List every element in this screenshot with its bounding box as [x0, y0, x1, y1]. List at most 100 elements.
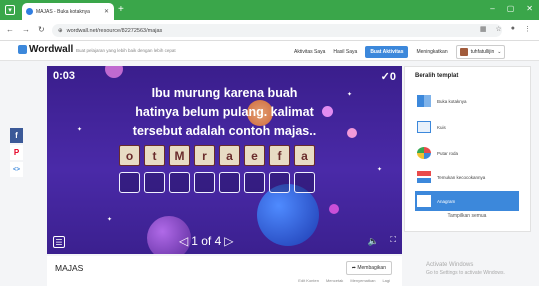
window-controls: – ▢ ✕ [490, 4, 533, 13]
timer: 0:03 [53, 70, 76, 82]
template-open-box[interactable]: Buka kotaknya [415, 91, 519, 111]
url-field[interactable]: ⊕ wordwall.net/resource/82272563/majas [52, 24, 502, 37]
question-line: Ibu murung karena buah [151, 86, 298, 100]
planet-decoration [347, 128, 357, 138]
planet-decoration [329, 204, 339, 214]
template-label: Temukan kecocokannya [437, 174, 486, 180]
template-label: Kuis [437, 124, 446, 130]
game-menu-icon[interactable]: ☰ [53, 236, 65, 248]
embed-link[interactable]: Menyematkan [350, 278, 375, 283]
user-name: tuhfatullijin [470, 49, 495, 55]
answer-slot[interactable] [119, 172, 140, 193]
star-decoration: ✦ [77, 127, 83, 133]
windows-activation-watermark: Activate Windows Go to Settings to activ… [426, 261, 505, 277]
more-menu-icon[interactable]: ⋮ [524, 25, 531, 33]
question-line: tersebut adalah contoh majas.. [132, 124, 317, 138]
letter-tile[interactable]: t [144, 145, 165, 166]
share-icon: ➦ [351, 265, 356, 271]
page-indicator: 1 of 4 [191, 234, 222, 248]
nav-my-results[interactable]: Hasil Saya [333, 49, 357, 55]
template-label: Anagram [437, 198, 456, 204]
letter-tile[interactable]: a [219, 145, 240, 166]
prev-page-icon[interactable]: ◁ [179, 234, 188, 248]
new-tab-button[interactable]: + [118, 5, 124, 15]
spin-wheel-icon [417, 147, 431, 159]
tab-menu-icon[interactable]: ▾ [5, 5, 15, 15]
question-line: hatinya belum pulang. kalimat [135, 105, 314, 119]
next-page-icon[interactable]: ▷ [224, 234, 233, 248]
answer-slot[interactable] [294, 172, 315, 193]
letter-tile[interactable]: r [194, 145, 215, 166]
template-find-match[interactable]: Temukan kecocokannya [415, 167, 519, 187]
watermark-line: Activate Windows [426, 262, 474, 268]
answer-slot[interactable] [194, 172, 215, 193]
pager: ◁ 1 of 4 ▷ [179, 234, 234, 248]
chevron-down-icon: ⌄ [497, 49, 502, 55]
embed-icon[interactable]: <> [10, 162, 23, 177]
address-bar-row: ← → ↻ ⊕ wordwall.net/resource/82272563/m… [0, 20, 539, 41]
wordwall-logo[interactable]: Wordwall [18, 44, 73, 55]
user-menu[interactable]: tuhfatullijin ⌄ [455, 45, 506, 59]
fullscreen-icon[interactable]: ⛶ [390, 235, 396, 245]
more-link[interactable]: Lagi [382, 278, 390, 283]
browser-title-bar: ▾ MAJAS - Buka kotaknya ✕ + – ▢ ✕ [0, 0, 539, 20]
wordwall-logo-icon [18, 45, 27, 54]
maximize-button[interactable]: ▢ [507, 4, 515, 13]
avatar [459, 48, 468, 56]
letter-tile[interactable]: a [294, 145, 315, 166]
tab-title: MAJAS - Buka kotaknya [36, 8, 90, 15]
create-activity-button[interactable]: Buat Aktivitas [365, 46, 409, 58]
edit-content-link[interactable]: Edit Konten [298, 278, 319, 283]
answer-slot[interactable] [244, 172, 265, 193]
anagram-icon [417, 195, 431, 207]
template-quiz[interactable]: Kuis [415, 117, 519, 137]
game-canvas[interactable]: ✦ ✦ ✦ ✦ 0:03 ✓0 Ibu murung karena buah h… [47, 66, 402, 254]
planet-decoration [105, 66, 123, 78]
answer-slot[interactable] [169, 172, 190, 193]
show-all-templates-link[interactable]: Tampilkan semua [415, 213, 519, 219]
activity-info: MAJAS ➦ Membagikan Edit Konten Mencetak … [47, 256, 402, 286]
profile-icon[interactable]: ● [511, 25, 515, 33]
template-switcher-title: Beralih templat [415, 73, 459, 79]
share-label: Membagikan [357, 265, 386, 271]
upgrade-link[interactable]: Meningkatkan [416, 49, 447, 55]
open-box-icon [417, 95, 431, 107]
bookmark-star-icon[interactable]: ☆ [495, 25, 501, 33]
forward-icon[interactable]: → [22, 25, 30, 34]
letter-tile[interactable]: e [244, 145, 265, 166]
wordwall-favicon-icon [26, 8, 33, 15]
close-window-button[interactable]: ✕ [526, 4, 533, 13]
minimize-button[interactable]: – [490, 4, 494, 13]
site-info-icon[interactable]: ⊕ [58, 28, 63, 34]
template-spin-wheel[interactable]: Putar roda [415, 143, 519, 163]
back-icon[interactable]: ← [6, 25, 14, 34]
sound-icon[interactable]: 🔈 [368, 236, 379, 247]
letter-tile[interactable]: o [119, 145, 140, 166]
answer-slot[interactable] [144, 172, 165, 193]
browser-tab[interactable]: MAJAS - Buka kotaknya ✕ [22, 3, 114, 20]
facebook-icon[interactable]: f [10, 128, 23, 143]
answer-slot[interactable] [219, 172, 240, 193]
logo-text: Wordwall [29, 44, 74, 55]
template-label: Buka kotaknya [437, 98, 467, 104]
question-text: Ibu murung karena buah hatinya belum pul… [102, 84, 347, 141]
nav-buttons: ← → ↻ [6, 25, 45, 34]
reload-icon[interactable]: ↻ [38, 25, 45, 34]
answer-slot[interactable] [269, 172, 290, 193]
print-link[interactable]: Mencetak [326, 278, 343, 283]
star-decoration: ✦ [377, 167, 383, 173]
letter-tile[interactable]: M [169, 145, 190, 166]
pinterest-icon[interactable]: P [10, 145, 23, 160]
tab-close-icon[interactable]: ✕ [104, 8, 109, 15]
url-text: wordwall.net/resource/82272563/majas [66, 27, 163, 34]
template-label: Putar roda [437, 150, 459, 156]
letter-tile[interactable]: f [269, 145, 290, 166]
template-anagram[interactable]: Anagram [415, 191, 519, 211]
extension-icon[interactable]: ▦ [480, 25, 487, 33]
star-decoration: ✦ [107, 217, 113, 223]
activity-title: MAJAS [55, 263, 84, 273]
nav-my-activities[interactable]: Aktivitas Saya [294, 49, 325, 55]
find-match-icon [417, 171, 431, 183]
share-activity-button[interactable]: ➦ Membagikan [345, 261, 392, 275]
header-nav: Aktivitas Saya Hasil Saya Buat Aktivitas… [294, 45, 506, 59]
